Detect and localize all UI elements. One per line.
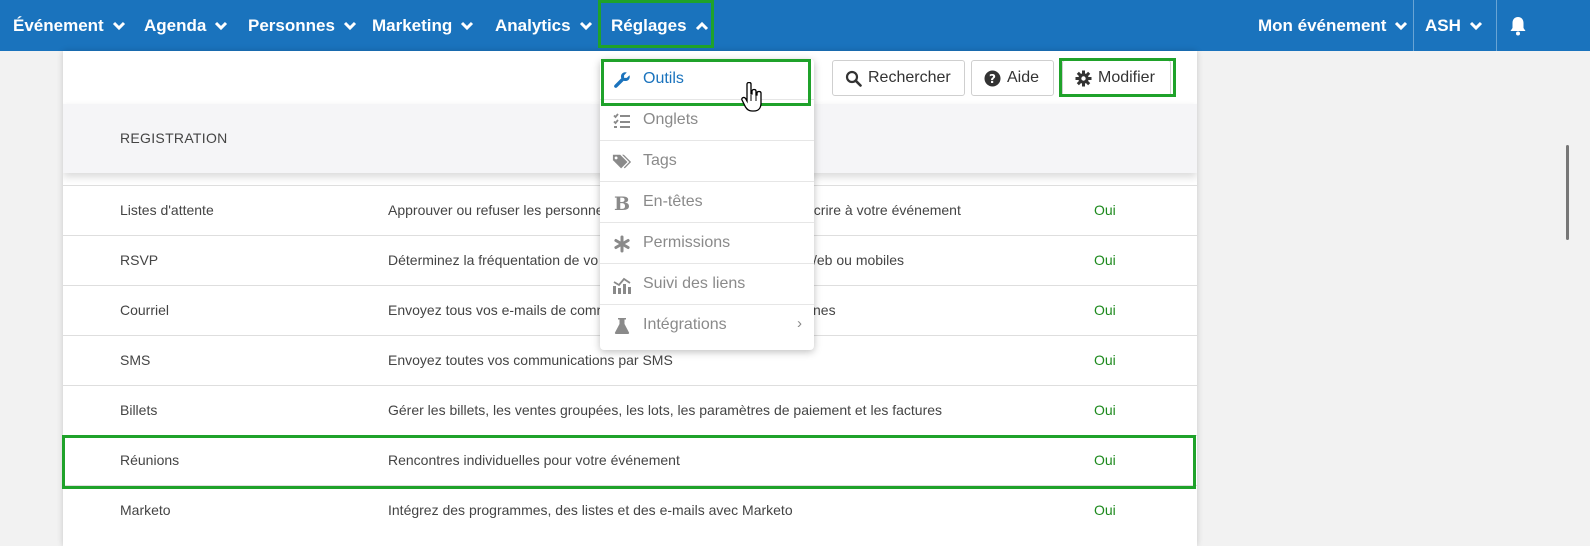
- row-name: Courriel: [120, 302, 170, 318]
- nav-evenement-label: Événement: [13, 15, 104, 35]
- row-description-end: nes: [813, 302, 836, 318]
- chevron-up-icon: [695, 21, 708, 30]
- nav-mon-evenement[interactable]: Mon événement: [1258, 0, 1408, 51]
- row-status: Oui: [1094, 202, 1116, 218]
- question-circle-icon: ?: [984, 70, 1001, 86]
- wrench-icon: [612, 70, 632, 90]
- bell-icon: [1510, 16, 1526, 35]
- scrollbar-thumb[interactable]: [1566, 145, 1569, 240]
- edit-button[interactable]: Modifier: [1062, 60, 1171, 96]
- row-name: RSVP: [120, 252, 159, 268]
- menu-item-label: Suivi des liens: [643, 275, 746, 292]
- nav-mon-evenement-label: Mon événement: [1258, 15, 1387, 35]
- row-description: Envoyez tous vos e-mails de comm: [388, 302, 609, 318]
- nav-agenda[interactable]: Agenda: [144, 0, 228, 51]
- nav-user-label: ASH: [1425, 15, 1461, 35]
- help-button[interactable]: ? Aide: [971, 60, 1054, 96]
- table-row[interactable]: Réunions Rencontres individuelles pour v…: [63, 435, 1197, 485]
- menu-item-label: Onglets: [643, 111, 699, 128]
- nav-marketing-label: Marketing: [372, 15, 453, 35]
- section-title: REGISTRATION: [120, 130, 228, 146]
- bold-icon: B: [612, 193, 632, 213]
- nav-agenda-label: Agenda: [144, 15, 207, 35]
- menu-item-label: Intégrations: [643, 316, 727, 333]
- chevron-down-icon: [461, 21, 474, 30]
- row-name: Listes d'attente: [120, 202, 214, 218]
- row-name: Billets: [120, 402, 158, 418]
- row-description: Rencontres individuelles pour votre évén…: [388, 452, 680, 468]
- chevron-right-icon: ›: [797, 315, 802, 332]
- nav-reglages[interactable]: Réglages: [611, 0, 709, 51]
- gear-icon: [1075, 70, 1092, 86]
- row-name: Marketo: [120, 502, 171, 518]
- notifications-button[interactable]: [1509, 0, 1527, 51]
- menu-item-onglets[interactable]: Onglets: [600, 100, 814, 141]
- row-description: Approuver ou refuser les personne: [388, 202, 604, 218]
- row-description: Gérer les billets, les ventes groupées, …: [388, 402, 943, 418]
- row-name: SMS: [120, 352, 151, 368]
- chevron-down-icon: [1469, 21, 1482, 30]
- nav-divider: [1496, 0, 1497, 51]
- menu-item-suivi-des-liens[interactable]: Suivi des liens: [600, 264, 814, 305]
- chevron-down-icon: [579, 21, 592, 30]
- nav-personnes[interactable]: Personnes: [248, 0, 357, 51]
- row-status: Oui: [1094, 502, 1116, 518]
- row-description-end: /eb ou mobiles: [813, 252, 905, 268]
- nav-analytics-label: Analytics: [495, 15, 571, 35]
- menu-item-tags[interactable]: Tags: [600, 141, 814, 182]
- top-navigation-bar: Événement Agenda Personnes Marketing Ana…: [0, 0, 1590, 51]
- nav-reglages-label: Réglages: [611, 15, 687, 35]
- row-description: Intégrez des programmes, des listes et d…: [388, 502, 793, 518]
- search-button[interactable]: Rechercher: [832, 60, 965, 96]
- menu-item-integrations[interactable]: Intégrations ›: [600, 305, 814, 346]
- nav-marketing[interactable]: Marketing: [372, 0, 474, 51]
- row-status: Oui: [1094, 352, 1116, 368]
- settings-dropdown-menu: Outils Onglets Tags B En-têtes Permissio…: [600, 59, 814, 350]
- chevron-down-icon: [215, 21, 228, 30]
- help-button-label: Aide: [1007, 69, 1040, 86]
- nav-divider: [1413, 0, 1414, 51]
- row-status: Oui: [1094, 252, 1116, 268]
- row-description: Déterminez la fréquentation de vo: [388, 252, 599, 268]
- chart-icon: [612, 275, 632, 295]
- chevron-down-icon: [112, 21, 125, 30]
- row-description-end: nscrire à votre événement: [799, 202, 961, 218]
- row-name: Réunions: [120, 452, 180, 468]
- row-status: Oui: [1094, 302, 1116, 318]
- flask-icon: [612, 316, 632, 336]
- table-row[interactable]: Billets Gérer les billets, les ventes gr…: [63, 385, 1197, 435]
- chevron-down-icon: [1395, 21, 1408, 30]
- checklist-icon: [612, 111, 632, 131]
- row-status: Oui: [1094, 452, 1116, 468]
- row-description: Envoyez toutes vos communications par SM…: [388, 352, 673, 368]
- menu-item-label: Permissions: [643, 234, 731, 251]
- svg-text:?: ?: [989, 72, 996, 86]
- nav-evenement[interactable]: Événement: [13, 0, 126, 51]
- menu-item-label: En-têtes: [643, 193, 703, 210]
- menu-item-permissions[interactable]: Permissions: [600, 223, 814, 264]
- nav-personnes-label: Personnes: [248, 15, 335, 35]
- chevron-down-icon: [343, 21, 356, 30]
- svg-text:B: B: [614, 194, 630, 212]
- menu-item-outils[interactable]: Outils: [600, 59, 814, 100]
- asterisk-icon: [612, 234, 632, 254]
- menu-item-label: Tags: [643, 152, 677, 169]
- table-row[interactable]: Marketo Intégrez des programmes, des lis…: [63, 485, 1197, 535]
- search-icon: [845, 70, 862, 87]
- nav-user-menu[interactable]: ASH: [1425, 0, 1483, 51]
- hand-cursor-icon: [741, 82, 762, 112]
- nav-analytics[interactable]: Analytics: [495, 0, 593, 51]
- menu-item-en-tetes[interactable]: B En-têtes: [600, 182, 814, 223]
- tags-icon: [612, 152, 632, 172]
- search-button-label: Rechercher: [868, 69, 951, 86]
- row-status: Oui: [1094, 402, 1116, 418]
- menu-item-label: Outils: [643, 70, 684, 87]
- edit-button-label: Modifier: [1098, 69, 1155, 86]
